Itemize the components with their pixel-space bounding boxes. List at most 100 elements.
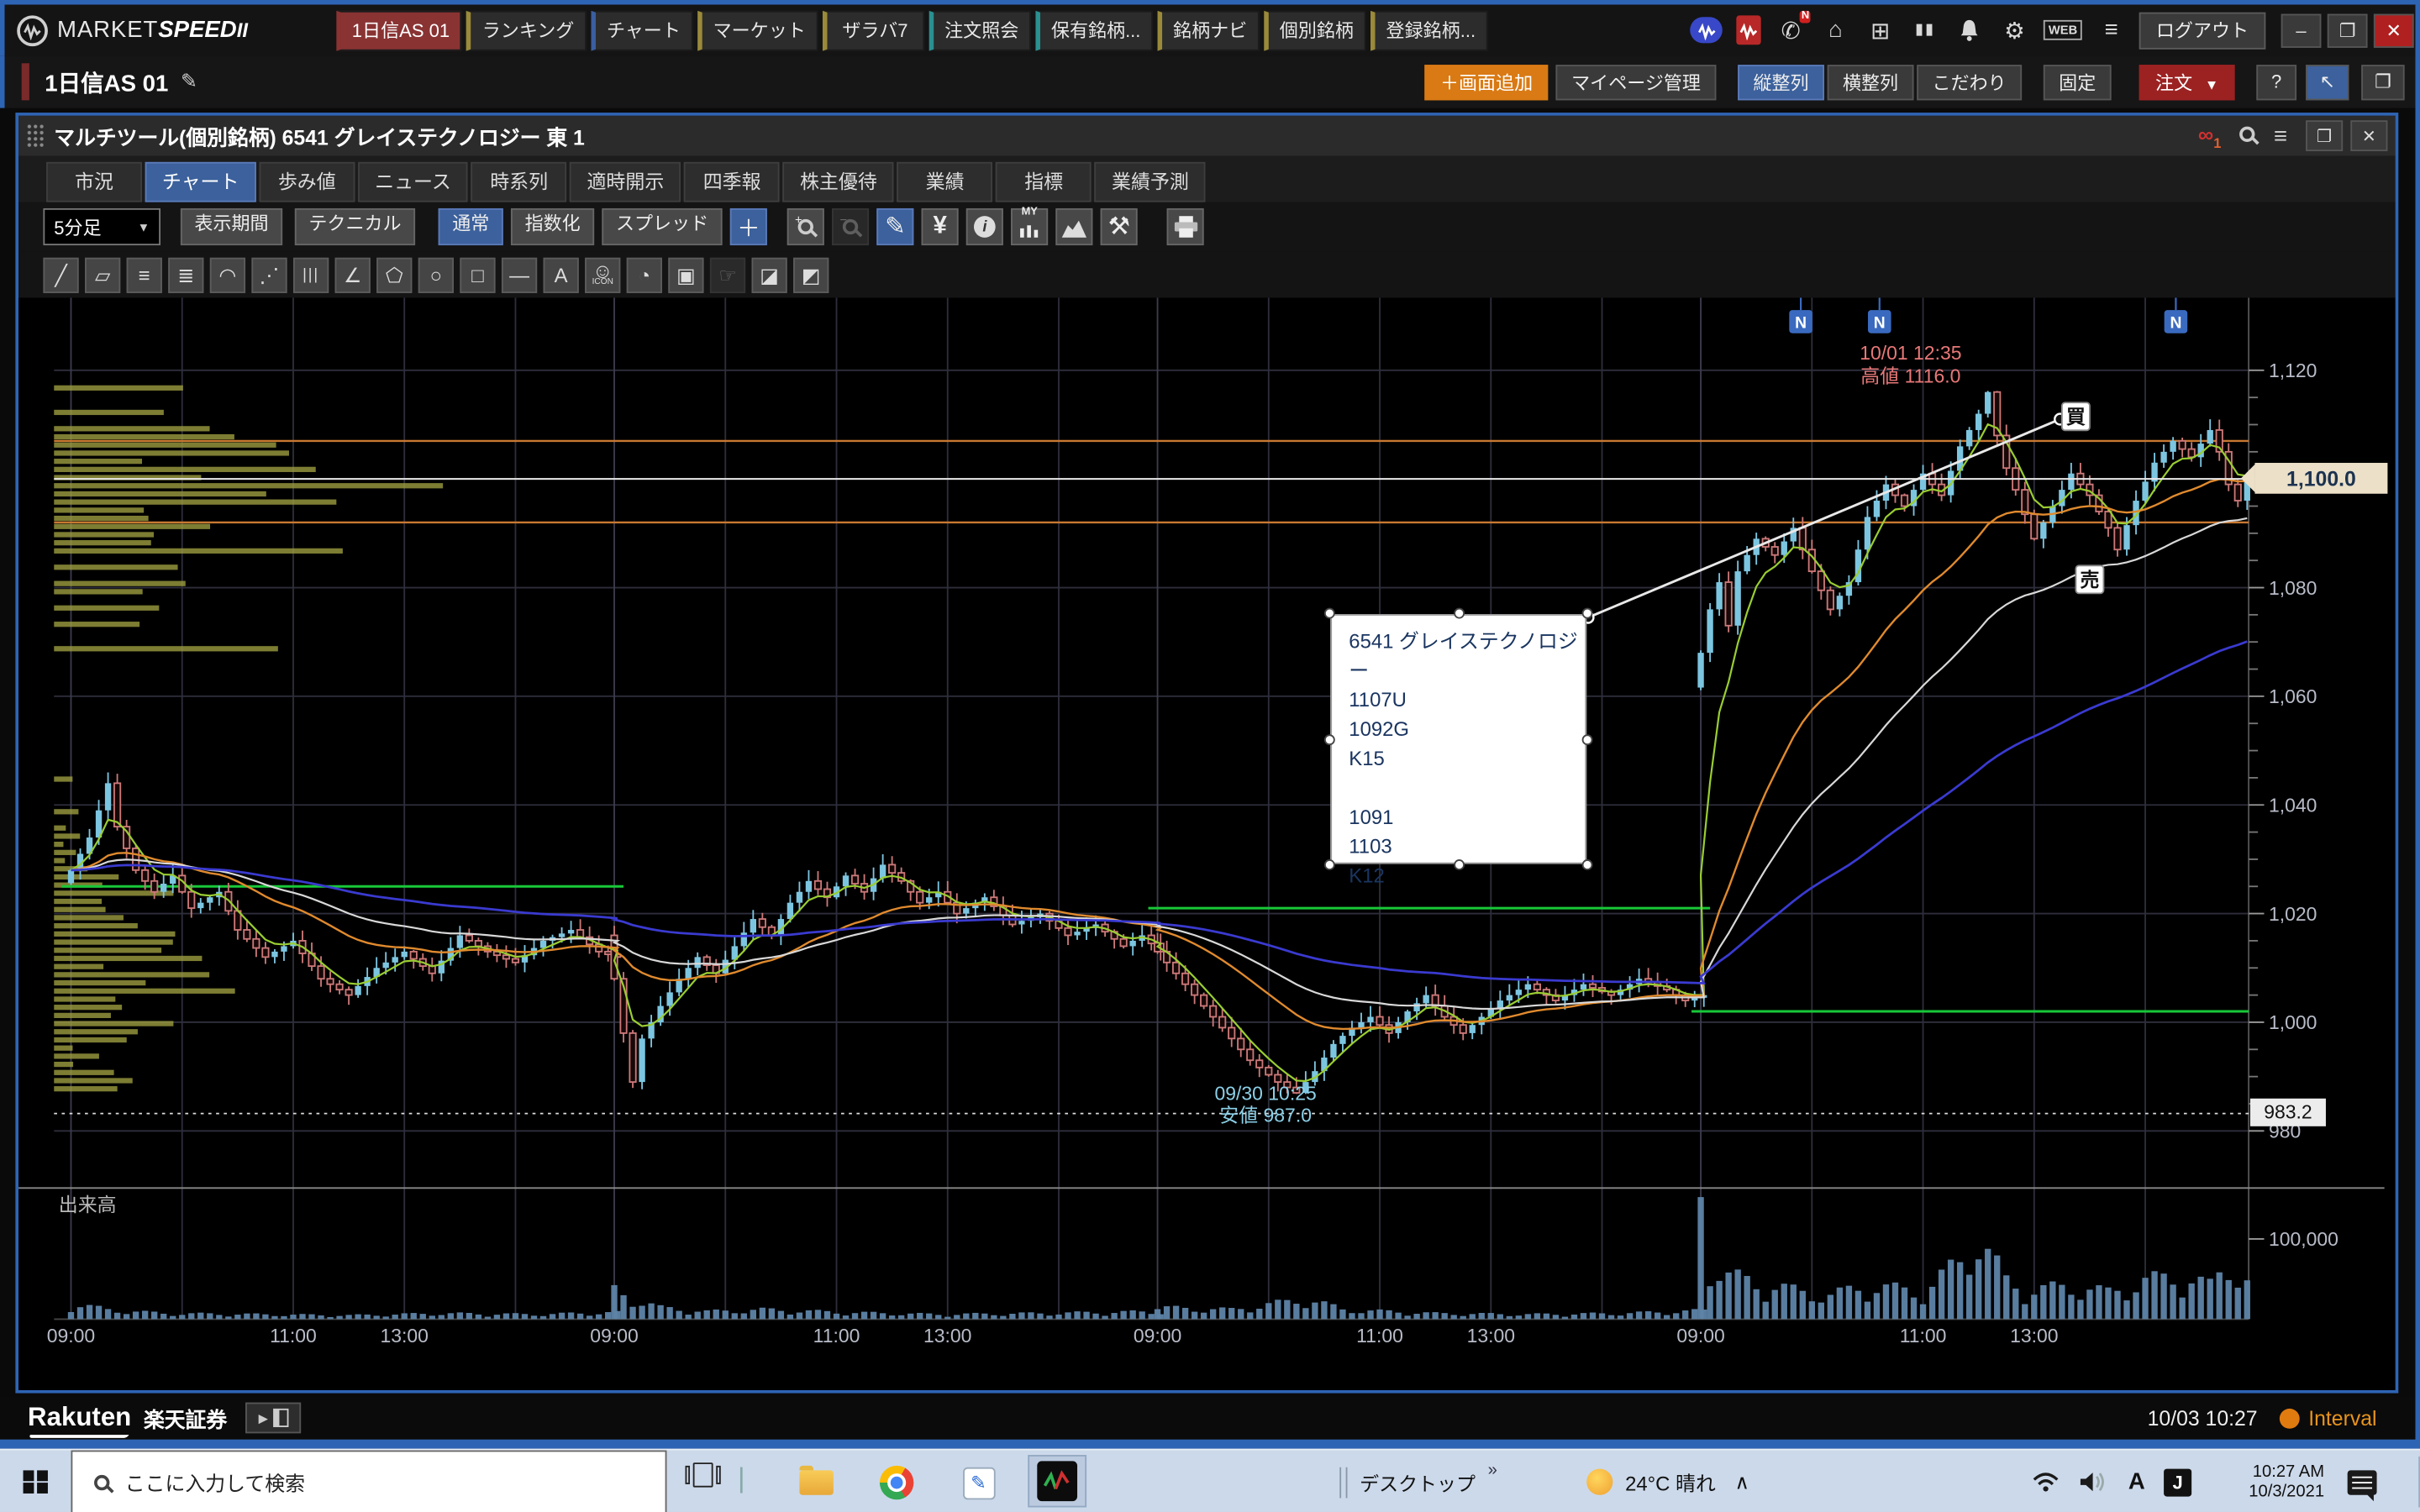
top-tab-6[interactable]: 注文照会 [929,10,1031,50]
my-chart-icon[interactable]: MY [1011,208,1048,245]
mobile-news-icon[interactable]: ✆N [1776,14,1807,45]
window-tab-10[interactable]: 指標 [996,162,1092,202]
drag-handle-icon[interactable] [26,123,45,148]
selection-handle[interactable] [1324,859,1335,870]
normal-mode-button[interactable]: 通常 [439,208,503,245]
symbol-search-icon[interactable] [2240,122,2255,150]
display-period-button[interactable]: 表示期間 [181,208,282,245]
angle-fan-icon[interactable]: ∠ [335,257,371,292]
spread-mode-button[interactable]: スプレッド [602,208,722,245]
window-tab-5[interactable]: 時系列 [471,162,567,202]
area-chart-icon[interactable] [1055,208,1092,245]
add-screen-button[interactable]: ＋画面追加 [1425,64,1549,99]
technical-button[interactable]: テクニカル [295,208,415,245]
restore-button[interactable]: ❐ [2328,13,2368,47]
selection-handle[interactable] [1324,608,1335,619]
stamp-icon[interactable]: ☺ICON [585,257,620,292]
window-tab-4[interactable]: ニュース [358,162,468,202]
top-tab-8[interactable]: 銘柄ナビ [1158,10,1260,50]
eraser-icon[interactable]: ◪ [751,257,786,292]
window-tab-3[interactable]: 歩み値 [259,162,355,202]
selection-handle[interactable] [1582,733,1593,744]
trendline-icon[interactable]: ╱ [43,257,78,292]
editor-app-icon[interactable]: ✎ [952,1460,1004,1506]
file-explorer-icon[interactable] [790,1460,842,1506]
copy-icon[interactable]: ▣ [668,257,703,292]
info-icon[interactable]: i [966,208,1003,245]
ime-language-j[interactable]: J [2164,1451,2191,1512]
window-tab-11[interactable]: 業績予測 [1095,162,1206,202]
vlines-icon[interactable]: ||| [293,257,329,292]
taskbar-weather[interactable]: 24°C 晴れ [1586,1451,1716,1512]
top-tab-5[interactable]: ザラバ7 [823,10,924,50]
help-button[interactable]: ? [2256,64,2296,99]
selection-handle[interactable] [1453,859,1464,870]
panels-icon[interactable]: ▮▮ [1910,14,1941,45]
minimize-button[interactable]: – [2281,13,2322,47]
add-window-icon[interactable]: ⊞ [1865,14,1896,45]
top-tab-1[interactable]: 1日信AS 01 [336,10,461,50]
trend-line[interactable] [1583,414,2066,623]
popout-button[interactable]: ❐ [2361,64,2404,99]
window-tab-9[interactable]: 業績 [897,162,993,202]
toolbar-grip-icon[interactable] [1339,1467,1347,1498]
marketspeed-blue-icon[interactable] [1691,17,1723,43]
ruler-icon[interactable]: ▱ [85,257,120,292]
window-tab-1[interactable]: 市況 [46,162,142,202]
news-marker[interactable]: N [1868,297,1891,333]
marketspeed-app-icon[interactable] [1028,1455,1086,1507]
window-close-button[interactable]: ✕ [2350,120,2387,151]
top-tab-9[interactable]: 個別銘柄 [1264,10,1365,50]
pentagon-icon[interactable]: ⬠ [376,257,412,292]
text-icon[interactable]: A [544,257,579,292]
taskbar-search-input[interactable]: ここに入力して検索 [71,1451,666,1512]
side-panel-toggle-button[interactable]: ▶ [245,1403,301,1434]
bell-icon[interactable] [1954,14,1986,45]
time-adjust-icon[interactable]: ◔ [627,257,662,292]
eraser-all-icon[interactable]: ◩ [793,257,829,292]
desktop-more-chevron[interactable]: » [1488,1460,1497,1478]
selection-handle[interactable] [1453,608,1464,619]
settings-gear-icon[interactable]: ⚙ [1999,14,2030,45]
trade-marker[interactable]: 売 [2075,565,2103,593]
window-tab-2[interactable]: チャート [145,162,256,202]
window-titlebar[interactable]: マルチツール(個別銘柄) 6541 グレイステクノロジー 東 1 ∞1 ≡ ❐ … [18,116,2396,156]
yen-axis-icon[interactable]: ¥ [922,208,959,245]
chart-area[interactable]: NNN買売9801,0001,0201,0401,0601,0801,1001,… [18,297,2396,1389]
horizontal-align-button[interactable]: 横整列 [1828,64,1914,99]
window-tab-7[interactable]: 四季報 [684,162,780,202]
printer-icon[interactable] [1167,208,1204,245]
top-tab-4[interactable]: マーケット [697,10,818,50]
ime-mode-a[interactable]: A [2128,1451,2145,1512]
link-group-icon[interactable]: ∞1 [2198,121,2222,150]
order-button[interactable]: 注文▼ [2139,64,2235,99]
edit-page-name-icon[interactable]: ✎ [181,70,197,94]
fib-arc-icon[interactable]: ◠ [210,257,245,292]
fixed-button[interactable]: 固定 [2044,64,2112,99]
top-tab-3[interactable]: チャート [591,10,692,50]
rect-icon[interactable]: □ [460,257,495,292]
web-icon[interactable]: WEB [2044,20,2081,40]
zoom-in-icon[interactable]: + [787,208,824,245]
news-marker[interactable]: N [1789,297,1812,333]
top-tab-7[interactable]: 保有銘柄... [1036,10,1154,50]
draw-pencil-icon[interactable]: ✎ [876,208,913,245]
kodawari-button[interactable]: こだわり [1917,64,2022,99]
timeframe-select[interactable]: 5分足▼ [43,208,160,245]
selection-handle[interactable] [1324,733,1335,744]
hlines4-icon[interactable]: ≣ [168,257,203,292]
chart-note-annotation[interactable]: 6541 グレイステクノロジー1107U1092GK1510911103K12 [1330,614,1586,864]
marketspeed-red-icon[interactable] [1737,15,1761,45]
notification-center-icon[interactable] [2348,1451,2377,1512]
menu-icon[interactable]: ≡ [2096,14,2127,45]
chrome-icon[interactable] [871,1460,923,1506]
window-menu-icon[interactable]: ≡ [2274,123,2287,149]
task-view-button[interactable] [686,1462,721,1487]
window-tab-8[interactable]: 株主優待 [783,162,894,202]
trade-marker[interactable]: 買 [2062,402,2090,430]
quick-cursor-button[interactable]: ↖ [2306,64,2349,99]
news-marker[interactable]: N [2165,297,2188,333]
start-button[interactable] [0,1451,71,1512]
top-tab-10[interactable]: 登録銘柄... [1370,10,1488,50]
fan-lines-icon[interactable]: ⋰ [251,257,287,292]
